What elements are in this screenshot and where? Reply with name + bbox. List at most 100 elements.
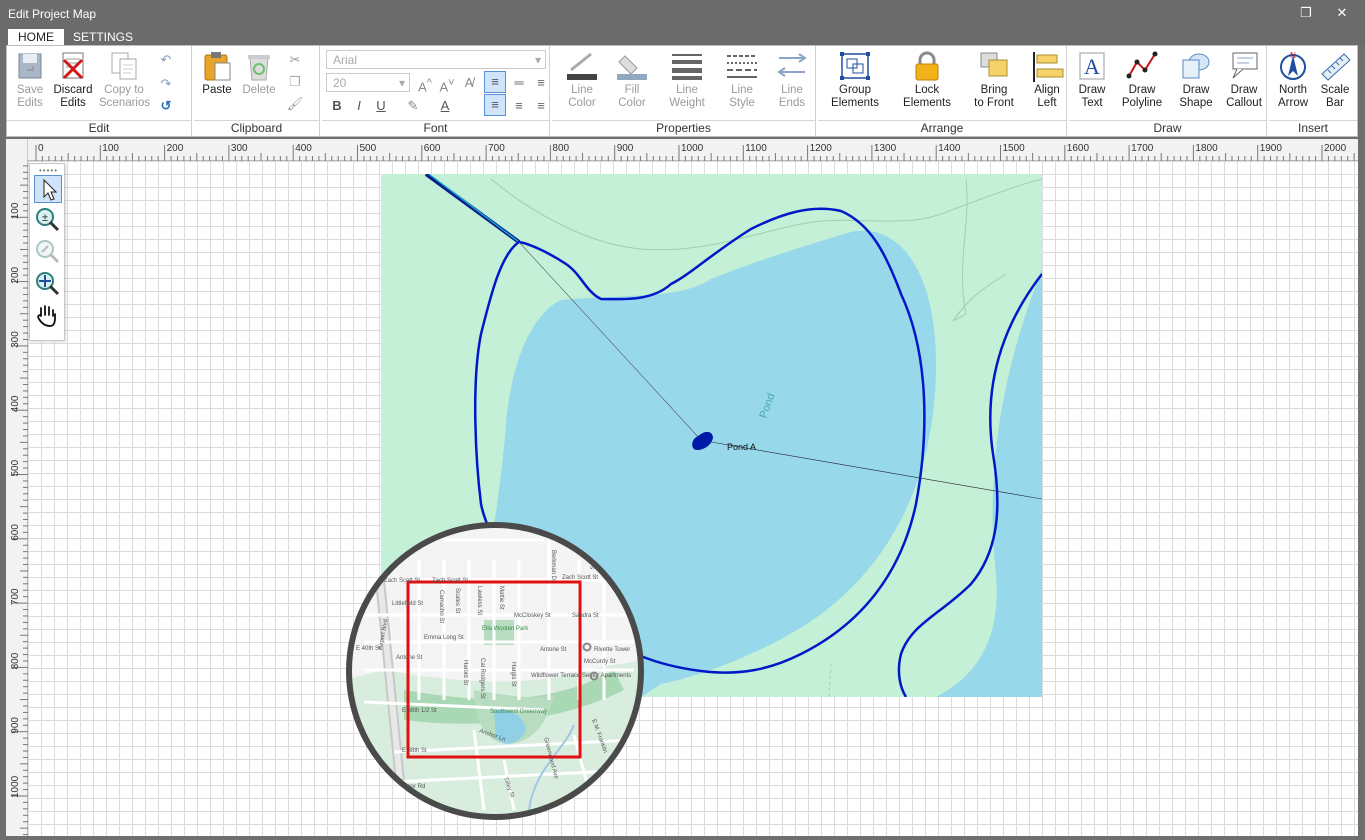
paste-button[interactable]: Paste	[198, 50, 236, 97]
ruler-tick-label: 1300	[874, 143, 897, 154]
ruler-tick-label: 1100	[745, 143, 767, 154]
ruler-tick-label: 1200	[810, 143, 833, 154]
street-label: Cal Rodgers St	[479, 658, 485, 699]
ruler-tick-label: 900	[617, 143, 634, 154]
bold-icon[interactable]: B	[326, 96, 348, 116]
draw-shape-button[interactable]: Draw Shape	[1173, 50, 1219, 110]
street-label: Zach Scott St	[432, 578, 468, 584]
select-pointer-tool[interactable]	[34, 175, 62, 203]
line-color-button[interactable]: Line Color	[560, 50, 604, 110]
line-color-icon	[567, 52, 597, 80]
fill-color-icon	[617, 55, 647, 80]
undo-icon[interactable]: ↶	[155, 50, 177, 70]
edit-group: Save Edits Discard Edits Copy to Scenari…	[7, 46, 192, 136]
font-size-select[interactable]: 20 ▾	[326, 73, 410, 92]
location-inset-map[interactable]: Zach Scott St Zach Scott St Zach Scott S…	[344, 520, 646, 822]
copy-to-scenarios-button[interactable]: Copy to Scenarios	[99, 50, 150, 110]
lock-elements-button[interactable]: Lock Elements	[896, 50, 958, 110]
street-label: Berkman Dr	[550, 550, 556, 582]
tab-settings[interactable]: SETTINGS	[63, 29, 143, 45]
ruler-tick-label: 1400	[938, 143, 961, 154]
cut-icon[interactable]: ✂	[284, 50, 306, 70]
ruler-tick-label: 2000	[1324, 143, 1347, 154]
zoom-extents-tool[interactable]	[34, 270, 62, 298]
arrange-group-label: Arrange	[818, 120, 1066, 136]
bring-to-front-label: Bring to Front	[974, 84, 1014, 109]
italic-icon[interactable]: I	[348, 96, 370, 116]
underline-icon[interactable]: U	[370, 96, 392, 116]
copy-scenarios-icon	[111, 52, 137, 80]
copy-icon[interactable]: ❐	[284, 72, 306, 92]
shrink-font-icon[interactable]: A˅	[436, 73, 458, 94]
grow-font-icon[interactable]: A^	[414, 73, 436, 94]
poi-label: Rivette Tower	[594, 647, 630, 653]
align-center-text-icon[interactable]: ≡	[508, 96, 530, 116]
pan-tool[interactable]	[34, 302, 62, 330]
group-elements-button[interactable]: Group Elements	[824, 50, 886, 110]
line-style-button[interactable]: Line Style	[720, 50, 764, 110]
toolbox-grip[interactable]: •••••	[39, 166, 58, 175]
ruler-tick-label: 1500	[1003, 143, 1026, 154]
window-title: Edit Project Map	[8, 6, 97, 21]
draw-text-button[interactable]: A Draw Text	[1073, 50, 1111, 110]
ruler-tick-label: 1700	[1131, 143, 1154, 154]
draw-polyline-button[interactable]: Draw Polyline	[1117, 50, 1167, 110]
paste-label: Paste	[202, 84, 232, 96]
ruler-tick-label: 1000	[10, 775, 21, 798]
vertical-ruler: 100 200 300 400 500 600 700 800 900 1000	[6, 158, 28, 836]
draw-group: A Draw Text Draw Polyline Draw Shape Dra…	[1069, 46, 1267, 136]
hand-icon	[37, 305, 56, 327]
paste-icon	[204, 52, 231, 81]
align-left-button[interactable]: Align Left	[1028, 50, 1066, 110]
line-color-label: Line Color	[568, 84, 596, 109]
pond-a-label: Pond A	[727, 442, 756, 452]
align-middle-icon[interactable]: ═	[508, 73, 530, 93]
refresh-icon[interactable]: ↺	[155, 96, 177, 116]
insert-group: N North Arrow Scale Bar Insert	[1269, 46, 1357, 136]
street-label: Mattie St	[498, 586, 504, 610]
line-style-icon	[727, 55, 757, 78]
scale-bar-button[interactable]: Scale Bar	[1317, 50, 1353, 110]
discard-edits-button[interactable]: Discard Edits	[53, 50, 93, 110]
street-label: Lawless St	[476, 586, 482, 615]
tab-home[interactable]: HOME	[8, 29, 64, 45]
clear-format-icon[interactable]: A̸	[458, 73, 480, 93]
street-label: Emma Long St	[424, 635, 464, 641]
maximize-button[interactable]: ❐	[1296, 4, 1316, 22]
ruler-tick-label: 700	[488, 143, 505, 154]
close-button[interactable]: ✕	[1332, 4, 1352, 22]
highlight-icon[interactable]: ✎	[402, 96, 424, 116]
street-label: Zach Scott St	[562, 575, 598, 581]
font-color-icon[interactable]: A	[434, 96, 456, 116]
delete-button[interactable]: Delete	[240, 50, 278, 97]
line-weight-button[interactable]: Line Weight	[662, 50, 712, 110]
bring-to-front-button[interactable]: Bring to Front	[964, 50, 1024, 110]
font-family-select[interactable]: Arial ▾	[326, 50, 546, 69]
align-left-icon	[1033, 52, 1064, 82]
zoom-tool[interactable]: ±	[34, 206, 62, 234]
draw-callout-button[interactable]: Draw Callout	[1223, 50, 1265, 110]
align-right-text-icon[interactable]: ≡	[530, 96, 552, 116]
fill-color-button[interactable]: Fill Color	[610, 50, 654, 110]
ruler-tick-label: 1600	[1067, 143, 1090, 154]
ruler-tick-label: 200	[167, 143, 184, 154]
ruler-tick-label: 600	[10, 524, 21, 541]
street-label: Antone St	[396, 655, 423, 661]
redo-icon[interactable]: ↷	[155, 74, 177, 94]
polyline-icon	[1126, 51, 1158, 79]
align-left-label: Align Left	[1034, 84, 1060, 109]
ruler-tick-label: 1000	[681, 143, 704, 154]
line-ends-button[interactable]: Line Ends	[770, 50, 814, 110]
format-painter-icon[interactable]: 🖌	[284, 94, 306, 114]
save-edits-button[interactable]: Save Edits	[13, 50, 47, 110]
greenway-label: Southwest Greenway	[490, 709, 547, 715]
chevron-down-icon: ▾	[534, 53, 541, 67]
align-top-icon[interactable]: ≡	[484, 71, 506, 93]
align-bottom-icon[interactable]: ≡	[530, 73, 552, 93]
north-arrow-button[interactable]: N North Arrow	[1273, 50, 1313, 110]
ribbon: Save Edits Discard Edits Copy to Scenari…	[6, 45, 1358, 137]
align-left-text-icon[interactable]: ≡	[484, 94, 506, 116]
street-label: E 38th St	[402, 748, 427, 754]
clipboard-group-label: Clipboard	[194, 120, 319, 136]
zoom-previous-tool[interactable]	[34, 238, 62, 266]
